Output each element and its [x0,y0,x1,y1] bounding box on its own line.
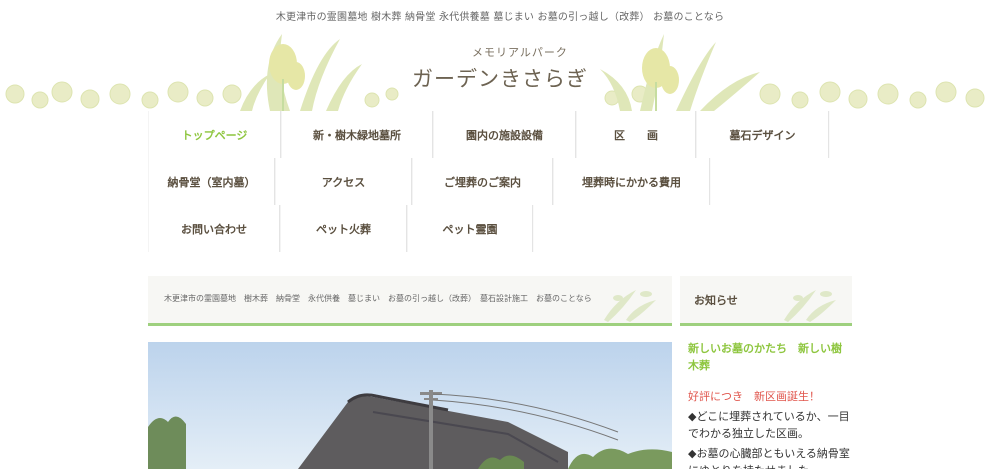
logo-title: ガーデンきさらぎ [412,67,588,91]
nav-item-top[interactable]: トップページ [148,111,281,158]
nav-item-plots[interactable]: 区 画 [576,111,696,158]
nav-row: 納骨堂（室内墓） アクセス ご埋葬のご案内 埋葬時にかかる費用 [148,158,852,205]
nav-item-gravestone-design[interactable]: 墓石デザイン [696,111,829,158]
news-highlight: 好評につき 新区画誕生！ [688,390,820,403]
news-post-title[interactable]: 新しいお墓のかたち 新しい樹木葬 [688,340,850,374]
breadcrumb: 木更津市の霊園墓地 樹木葬 納骨堂 永代供養 墓じまい お墓の引っ越し（改葬） … [148,276,672,326]
logo-subtitle: メモリアルパーク [472,46,568,59]
nav-item-burial-costs[interactable]: 埋葬時にかかる費用 [553,158,710,205]
nav-item-tree-burial[interactable]: 新・樹木緑地墓所 [281,111,433,158]
nav-item-facilities[interactable]: 園内の施設設備 [433,111,576,158]
nav-item-pet-cemetery[interactable]: ペット霊園 [407,205,533,252]
site-tagline: 木更津市の霊園墓地 樹木葬 納骨堂 永代供養墓 墓じまい お墓の引っ越し（改葬）… [275,12,725,23]
nav-row: トップページ 新・樹木緑地墓所 園内の施設設備 区 画 墓石デザイン [148,111,852,158]
site-logo[interactable]: メモリアルパーク ガーデンきさらぎ [400,44,600,93]
leaf-icon [604,290,656,322]
nav-item-columbarium[interactable]: 納骨堂（室内墓） [148,158,275,205]
news-bullet: ◆お墓の心臓部ともいえる納骨室にゆとりを持たせました。 [688,447,850,469]
news-heading-box: お知らせ [680,276,852,326]
nav-item-access[interactable]: アクセス [275,158,412,205]
nav-row: お問い合わせ ペット火葬 ペット霊園 [148,205,852,252]
leaf-icon [784,290,836,322]
news-bullet: ◆どこに埋葬されているか、一目でわかる独立した区画。 [688,410,850,440]
news-body: 新しいお墓のかたち 新しい樹木葬 好評につき 新区画誕生！ ◆どこに埋葬されてい… [688,340,850,469]
breadcrumb-text: 木更津市の霊園墓地 樹木葬 納骨堂 永代供養 墓じまい お墓の引っ越し（改葬） … [164,294,592,303]
news-heading: お知らせ [694,294,738,307]
hero-photo [148,342,672,469]
nav-item-burial-guide[interactable]: ご埋葬のご案内 [412,158,553,205]
building-photo [148,342,672,469]
nav-item-contact[interactable]: お問い合わせ [148,205,280,252]
nav-item-pet-cremation[interactable]: ペット火葬 [280,205,407,252]
main-navigation: トップページ 新・樹木緑地墓所 園内の施設設備 区 画 墓石デザイン 納骨堂（室… [148,111,852,252]
